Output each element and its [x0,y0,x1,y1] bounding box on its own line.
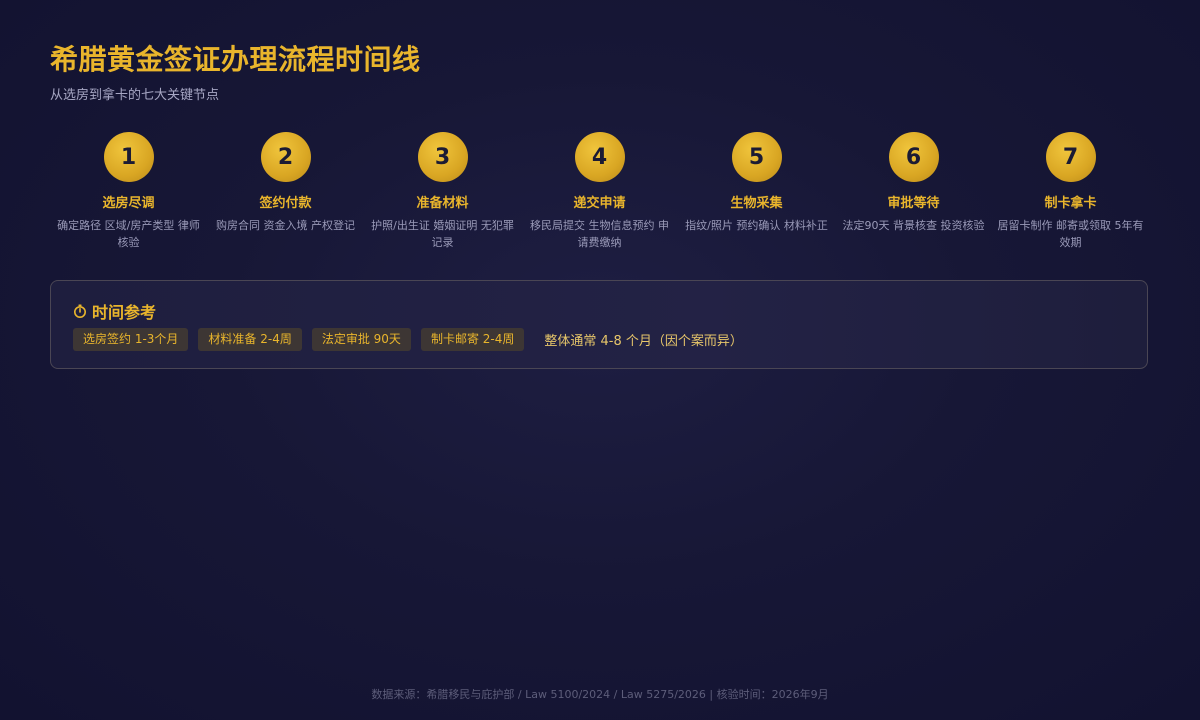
step-description: 移民局提交 生物信息预约 申请费缴纳 [530,219,669,249]
step-description: 确定路径 区域/房产类型 律师核验 [57,219,200,249]
timeline-step: 6 审批等待 法定90天 背景核查 投资核验 [835,132,992,251]
step-title: 签约付款 [259,196,312,211]
step-number-badge: 3 [417,132,468,182]
step-title: 准备材料 [416,196,469,211]
total-duration-text: 整体通常 4-8 个月（因个案而异） [544,334,743,349]
step-description: 居留卡制作 邮寄或领取 5年有效期 [997,219,1144,249]
header: 希腊黄金签证办理流程时间线 从选房到拿卡的七大关键节点 [50,40,421,103]
step-title: 审批等待 [887,196,940,211]
step-number-badge: 2 [260,132,311,182]
time-tags: 选房签约 1-3个月 材料准备 2-4周 法定审批 90天 制卡邮寄 2-4周 … [73,328,743,351]
step-number-badge: 1 [103,132,154,182]
timeline-step: 2 签约付款 购房合同 资金入境 产权登记 [207,132,364,251]
step-description: 护照/出生证 婚姻证明 无犯罪记录 [371,219,514,249]
time-tag: 材料准备 2-4周 [198,328,302,351]
step-number-badge: 5 [731,132,782,182]
timeline-steps: 1 选房尽调 确定路径 区域/房产类型 律师核验 2 签约付款 购房合同 资金入… [50,132,1150,251]
time-tag: 制卡邮寄 2-4周 [420,328,525,351]
page-subtitle: 从选房到拿卡的七大关键节点 [50,88,220,103]
time-reference-title: 时间参考 [92,303,157,322]
step-title: 选房尽调 [102,196,155,211]
timeline-step: 3 准备材料 护照/出生证 婚姻证明 无犯罪记录 [364,132,521,251]
time-tag: 选房签约 1-3个月 [73,328,189,351]
time-reference-heading: 时间参考 [73,299,156,323]
source-footer: 数据来源：希腊移民与庇护部 / Law 5100/2024 / Law 5275… [371,688,829,701]
page-title: 希腊黄金签证办理流程时间线 [50,43,421,76]
timeline-step: 7 制卡拿卡 居留卡制作 邮寄或领取 5年有效期 [992,132,1149,251]
step-description: 指纹/照片 预约确认 材料补正 [685,219,828,232]
time-tag: 法定审批 90天 [311,328,411,351]
step-title: 生物采集 [730,196,783,211]
stopwatch-icon [74,304,86,318]
timeline-step: 4 递交申请 移民局提交 生物信息预约 申请费缴纳 [521,132,678,251]
step-title: 递交申请 [573,196,626,211]
step-description: 法定90天 背景核查 投资核验 [842,219,985,232]
step-title: 制卡拿卡 [1044,196,1097,211]
time-reference-card: 时间参考 选房签约 1-3个月 材料准备 2-4周 法定审批 90天 制卡邮寄 … [50,280,1148,369]
step-description: 购房合同 资金入境 产权登记 [216,219,355,232]
step-number-badge: 7 [1045,132,1096,182]
step-number-badge: 4 [574,132,625,182]
timeline-step: 1 选房尽调 确定路径 区域/房产类型 律师核验 [50,132,207,251]
timeline-step: 5 生物采集 指纹/照片 预约确认 材料补正 [678,132,835,251]
step-number-badge: 6 [888,132,939,182]
